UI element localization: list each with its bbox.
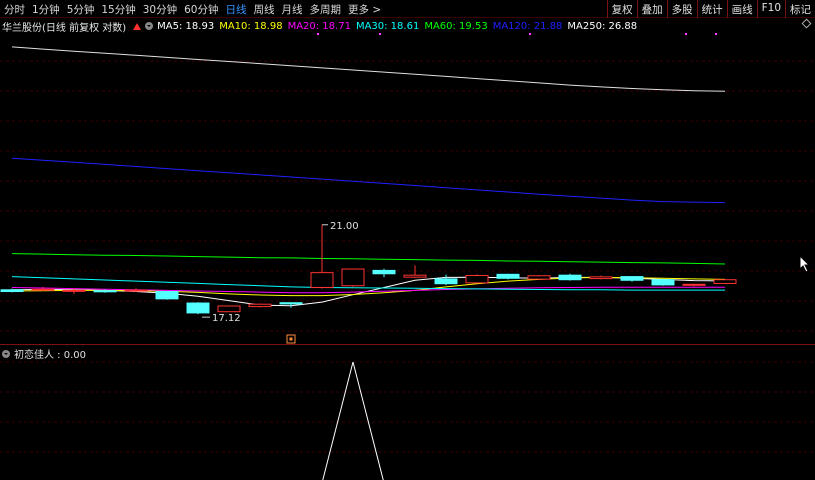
signal-dot-2: [528, 33, 532, 36]
candle-body-10: [310, 272, 334, 288]
up-arrow-icon: [133, 22, 142, 30]
toolbar-button-4[interactable]: 画线: [726, 0, 757, 18]
candle-body-23: [713, 279, 737, 284]
price-labels: 21.00 17.12: [202, 221, 359, 344]
indicator-polyline: [322, 361, 384, 480]
candle-body-19: [589, 276, 613, 280]
period-tab-9[interactable]: 多周期: [310, 2, 342, 17]
toolbar-button-3[interactable]: 统计: [696, 0, 727, 18]
candle-body-18: [558, 274, 582, 281]
candle-body-8: [248, 303, 272, 308]
settings-circle-icon[interactable]: [145, 22, 154, 30]
panel-divider: [0, 344, 815, 345]
indicator-line: [322, 361, 384, 480]
ma-line-ma60: [11, 253, 726, 265]
candle-body-14: [434, 278, 458, 285]
candle-body-6: [186, 302, 210, 314]
high-label: 21.00: [330, 221, 359, 232]
toolbar: 分时 1分钟 5分钟 15分钟 30分钟 60分钟 日线 周线 月线 多周期 更多 > 复权 叠加 多股…: [0, 0, 815, 18]
ma-legend-item-3: MA30: 18.61: [355, 20, 420, 32]
candle-body-7: [217, 305, 241, 313]
candle-body-22: [682, 283, 706, 286]
period-tabs: 分时 1分钟 5分钟 15分钟 30分钟 60分钟 日线 周线 月线 多周期 更多 >: [4, 2, 388, 17]
ma-legend-item-5: MA120: 21.88: [492, 20, 563, 32]
toolbar-button-2[interactable]: 多股: [666, 0, 697, 18]
ma-lines: [11, 46, 726, 307]
candle-body-12: [372, 269, 396, 275]
period-tab-10[interactable]: 更多 >: [348, 2, 381, 17]
ma-line-ma250: [11, 46, 726, 92]
kline-chart[interactable]: 21.00 17.12: [0, 33, 815, 344]
candle-body-3: [93, 290, 117, 293]
toolbar-button-1[interactable]: 叠加: [636, 0, 667, 18]
period-tab-5[interactable]: 60分钟: [184, 2, 218, 17]
mouse-cursor-icon: [799, 255, 811, 273]
period-tab-3[interactable]: 15分钟: [101, 2, 135, 17]
event-marker-dot: [289, 337, 293, 341]
ma-line-ma30: [11, 276, 725, 291]
indicator-chart[interactable]: [0, 358, 815, 480]
candle-body-21: [651, 279, 675, 286]
ma-legend-item-6: MA250: 26.88: [567, 20, 638, 32]
candle-body-16: [496, 273, 520, 279]
sub-grid: [0, 361, 815, 453]
period-tab-6[interactable]: 日线: [226, 2, 247, 17]
candle-body-9: [279, 302, 303, 305]
period-tab-0[interactable]: 分时: [4, 2, 25, 17]
candle-body-17: [527, 275, 551, 280]
candle-body-2: [62, 289, 86, 292]
signal-dot-3: [684, 33, 688, 36]
ma-line-ma120: [11, 157, 726, 204]
toolbar-button-6[interactable]: 标记: [785, 0, 815, 18]
period-tab-1[interactable]: 1分钟: [32, 2, 60, 17]
candle-body-11: [341, 268, 365, 287]
ma-legend-item-4: MA60: 19.53: [424, 20, 488, 32]
ma-list: MA5: 18.93 MA10: 18.98 MA20: 18.71 MA30: 18…: [157, 21, 642, 32]
ma-legend-item-0: MA5: 18.93: [157, 20, 215, 32]
toolbar-button-5[interactable]: F10: [756, 0, 785, 18]
period-tab-7[interactable]: 周线: [254, 2, 275, 17]
candle-body-5: [155, 291, 179, 300]
diamond-icon[interactable]: [801, 18, 812, 29]
low-label: 17.12: [212, 313, 241, 324]
candle-body-15: [465, 274, 489, 284]
candle-body-1: [31, 288, 55, 291]
signal-dot-0: [316, 33, 320, 36]
candle-body-4: [124, 289, 148, 292]
right-toolbar: 复权 叠加 多股 统计 画线 F10 标记: [606, 0, 815, 18]
candle-body-0: [0, 289, 24, 293]
candle-body-20: [620, 276, 644, 281]
ma-legend-item-1: MA10: 18.98: [219, 20, 283, 32]
toolbar-button-0[interactable]: 复权: [606, 0, 637, 18]
indicator-settings-icon[interactable]: [2, 349, 10, 358]
ma-legend: 华兰股份(日线 前复权 对数) MA5: 18.93 MA10: 18.98 MA2…: [2, 19, 642, 34]
period-tab-2[interactable]: 5分钟: [67, 2, 95, 17]
markers: [316, 33, 718, 36]
ma-legend-item-2: MA20: 18.71: [287, 20, 351, 32]
signal-dot-1: [378, 33, 382, 36]
candle-body-13: [403, 274, 427, 278]
stock-name: 华兰股份(日线 前复权 对数): [2, 22, 127, 34]
signal-dot-4: [714, 33, 718, 36]
period-tab-8[interactable]: 月线: [282, 2, 303, 17]
period-tab-4[interactable]: 30分钟: [143, 2, 177, 17]
